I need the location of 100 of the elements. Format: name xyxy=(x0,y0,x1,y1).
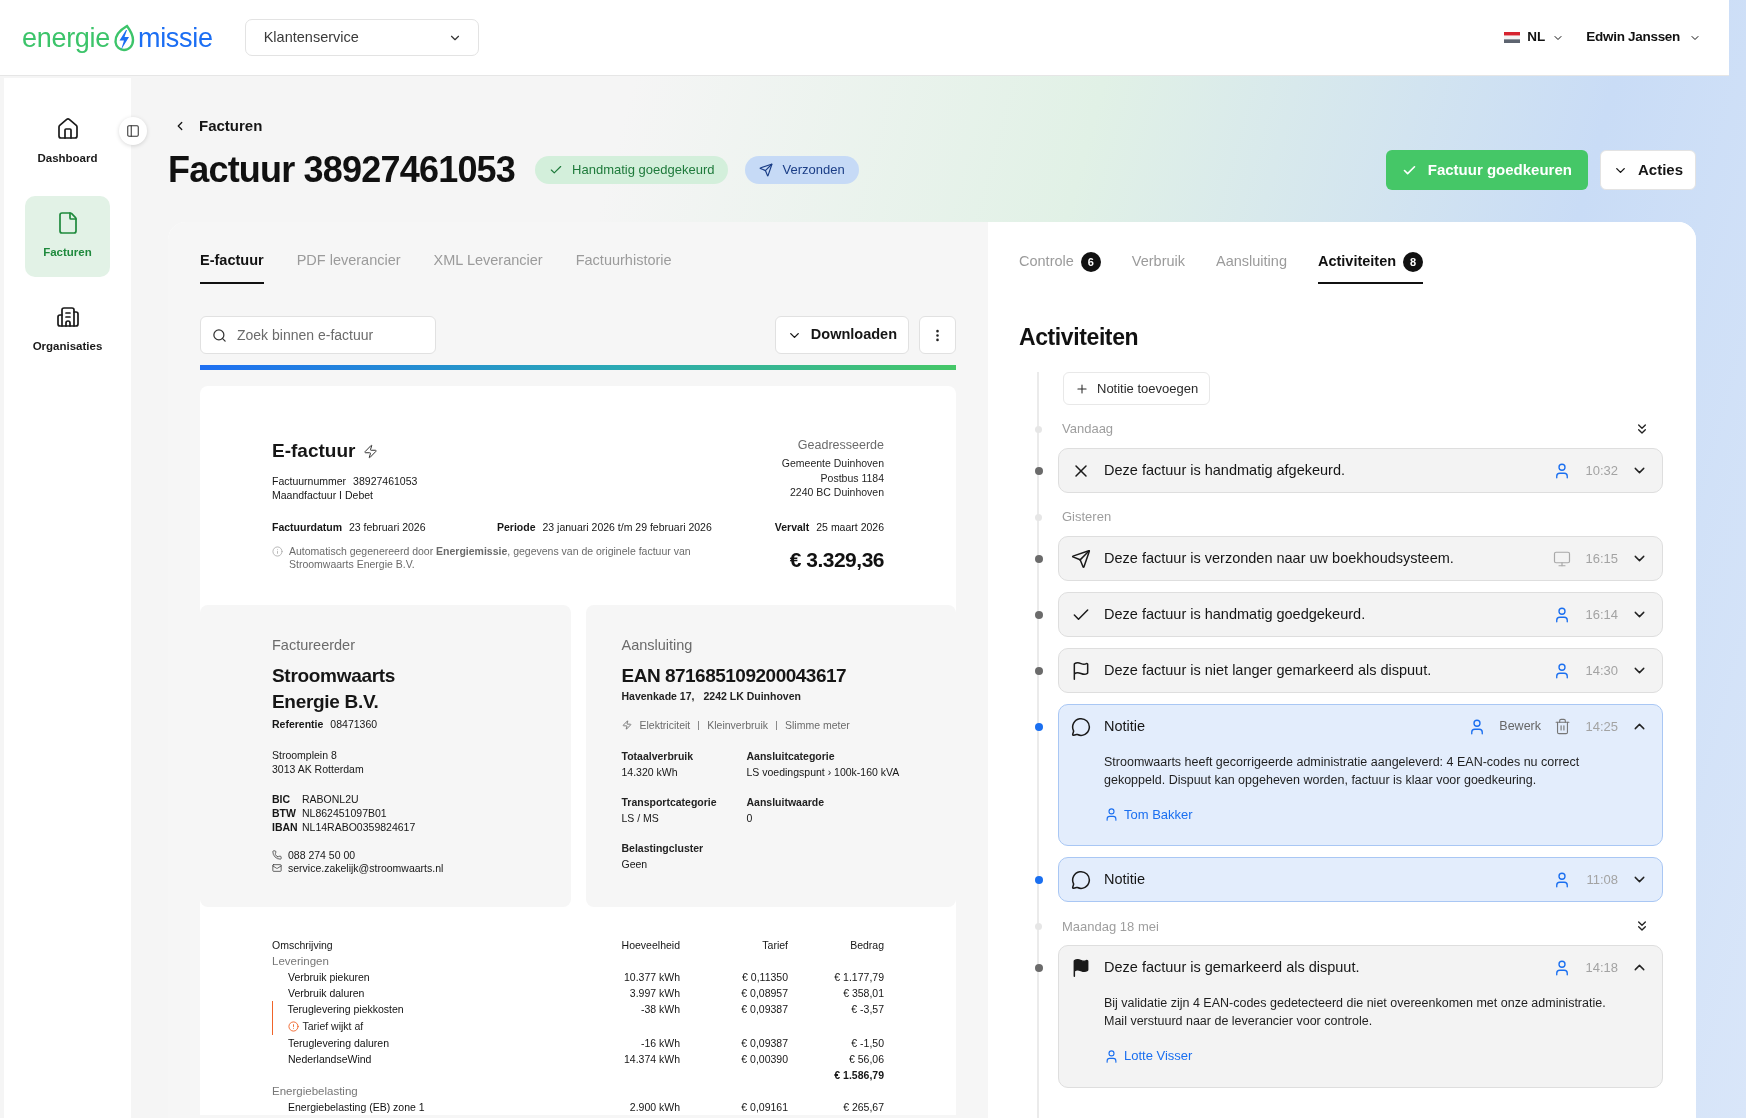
activity-text: Deze factuur is niet langer gemarkeerd als dispuut. xyxy=(1104,660,1433,680)
date-label: Gisteren xyxy=(1062,508,1113,527)
table-cell-text: € 0,00390 xyxy=(740,1052,788,1067)
field-label: Transportcategorie xyxy=(621,795,718,809)
field-label: BIC xyxy=(272,792,292,806)
field-value: 38927461053 xyxy=(353,474,418,488)
user-icon xyxy=(1104,1048,1119,1064)
column-header: Tarief xyxy=(761,938,788,953)
connection-tag: Elektriciteit xyxy=(639,718,691,732)
addressee-label: Geadresseerde xyxy=(796,437,884,453)
activity-card[interactable]: Deze factuur is verzonden naar uw boekhoudsysteem. 16:15 xyxy=(1058,536,1663,581)
author-link[interactable]: Tom Bakker xyxy=(1104,805,1193,825)
user-menu[interactable]: Edwin Janssen xyxy=(1586,27,1701,48)
table-cell-text: € 0,09387 xyxy=(740,1036,788,1051)
connection-tag: Slimme meter xyxy=(784,718,850,732)
mail-icon xyxy=(272,863,282,874)
activity-time: 14:30 xyxy=(1584,661,1618,680)
document-title: E-factuur xyxy=(272,438,356,463)
invoice-total: € 3.329,36 xyxy=(789,547,884,573)
address-line: 2240 BC Duinhoven xyxy=(789,485,884,500)
address-line: Havenkade 17, xyxy=(621,689,695,703)
lightning-icon xyxy=(621,719,632,731)
count-badge: 8 xyxy=(1403,252,1424,272)
search-field[interactable]: Zoek binnen e-factuur xyxy=(200,316,436,354)
status-badge: Verzonden xyxy=(745,156,859,184)
table-cell-text: Teruglevering piekkosten xyxy=(286,1002,405,1017)
address-line: Postbus 1184 xyxy=(819,470,884,485)
tab[interactable]: E-factuur xyxy=(200,250,264,284)
invoice-type: Maandfactuur I Debet xyxy=(272,488,374,502)
tab[interactable]: Activiteiten 8 xyxy=(1317,250,1424,284)
download-button[interactable]: Downloaden xyxy=(774,316,909,354)
paper-plane-icon xyxy=(1071,548,1091,569)
flag-icon xyxy=(1504,32,1521,43)
activity-card[interactable]: Deze factuur is gemarkeerd als dispuut. 14:18 Bij validatie zijn 4 EAN-codes gedetecteerd die niet overeenkomen met onze administratie. Mail verstuurd naar de leverancier voor controle. Lotte Visser xyxy=(1058,945,1663,1088)
edit-button[interactable]: Bewerk xyxy=(1499,717,1541,736)
field-value: LS voedingspunt › 100k-160 kVA xyxy=(746,765,901,779)
panel-icon xyxy=(126,124,140,138)
activity-card[interactable]: Deze factuur is niet langer gemarkeerd als dispuut. 14:30 xyxy=(1058,648,1663,693)
tab[interactable]: Controle 6 xyxy=(1019,250,1101,284)
house-icon xyxy=(55,117,80,141)
author-link[interactable]: Lotte Visser xyxy=(1104,1046,1193,1066)
actions-button[interactable]: Acties xyxy=(1599,150,1696,190)
field-label: Totaalverbruik xyxy=(621,749,695,763)
address-line: Gemeente Duinhoven xyxy=(781,456,884,471)
activity-time: 14:18 xyxy=(1584,959,1618,977)
activity-card[interactable]: Deze factuur is handmatig goedgekeurd. 16:14 xyxy=(1058,592,1663,637)
panel-title: Activiteiten xyxy=(1019,323,1140,352)
activity-card[interactable]: Deze factuur is handmatig afgekeurd. 10:32 xyxy=(1058,448,1663,493)
field-value: 25 maart 2026 xyxy=(816,520,884,534)
activity-time: 16:15 xyxy=(1584,549,1618,568)
workspace-select[interactable]: Klantenservice xyxy=(244,19,479,56)
table-cell-text: NederlandseWind xyxy=(287,1052,373,1067)
activity-time: 10:32 xyxy=(1584,461,1618,480)
activity-text: Notitie xyxy=(1104,716,1147,736)
table-cell-text: € 0,09387 xyxy=(740,1002,788,1017)
table-cell-text: Verbruik piekuren xyxy=(287,970,371,985)
trash-icon[interactable] xyxy=(1554,718,1571,735)
field-value: 23 februari 2026 xyxy=(349,520,426,534)
date-label: Vandaag xyxy=(1062,420,1115,439)
activity-text: Notitie xyxy=(1104,869,1147,889)
table-cell-text: 3.997 kWh xyxy=(628,986,680,1001)
user-icon xyxy=(1553,461,1571,480)
speech-bubble-icon xyxy=(1071,716,1091,737)
address-line: 3013 AK Rotterdam xyxy=(272,762,365,776)
sidebar-toggle-button[interactable] xyxy=(119,117,147,145)
sidebar-item[interactable]: Facturen xyxy=(25,196,110,277)
activity-text: Deze factuur is verzonden naar uw boekhoudsysteem. xyxy=(1104,548,1455,568)
table-cell-text: 2.900 kWh xyxy=(628,1100,680,1115)
ean-code: EAN 871685109200043617 xyxy=(621,664,848,688)
section-label: Factureerder xyxy=(272,636,356,654)
field-value: NL862451097B01 xyxy=(302,806,388,820)
language-select[interactable]: NL xyxy=(1504,27,1565,48)
activity-text: Deze factuur is gemarkeerd als dispuut. xyxy=(1104,957,1361,977)
alert-icon xyxy=(287,1020,299,1032)
field-value: Geen xyxy=(621,857,649,871)
field-label: Referentie xyxy=(272,717,324,731)
lightning-icon xyxy=(363,442,379,460)
address-line: 2242 LK Duinhoven xyxy=(703,689,801,703)
table-cell-text: 10.377 kWh xyxy=(622,970,680,985)
table-cell-text: € 0,09161 xyxy=(740,1100,788,1115)
check-icon xyxy=(549,163,564,177)
activity-card[interactable]: Notitie Bewerk 14:25 Stroomwaarts heeft gecorrigeerde administratie aangeleverd: 4 EAN-codes nu correct gekoppeld. Dispuut kan opgeheven worden, factuur is klaar voor goedkeuring. Tom Bakker xyxy=(1058,704,1663,847)
field-value: LS / MS xyxy=(621,811,660,825)
page-title: Factuur 38927461053 xyxy=(168,149,516,191)
info-icon xyxy=(272,546,283,557)
subtotal-cell-text: € 1.586,79 xyxy=(833,1068,884,1083)
user-icon xyxy=(1553,870,1571,889)
add-note-button[interactable]: Notitie toevoegen xyxy=(1063,372,1211,405)
user-icon xyxy=(1553,605,1571,624)
table-cell-text: Verbruik daluren xyxy=(287,986,366,1001)
count-badge: 6 xyxy=(1080,252,1101,272)
breadcrumb-link[interactable]: Facturen xyxy=(168,114,263,138)
section-heading: Leveringen xyxy=(272,954,330,969)
table-cell-text: € 358,01 xyxy=(842,986,884,1001)
section-heading: Energiebelasting xyxy=(272,1084,359,1099)
activity-card[interactable]: Notitie 11:08 xyxy=(1058,857,1663,903)
table-cell-text: -16 kWh xyxy=(639,1036,680,1051)
table-cell-text: € 56,06 xyxy=(847,1052,884,1067)
table-cell-text: € 0,11350 xyxy=(741,970,788,985)
section-label: Aansluiting xyxy=(621,636,694,654)
